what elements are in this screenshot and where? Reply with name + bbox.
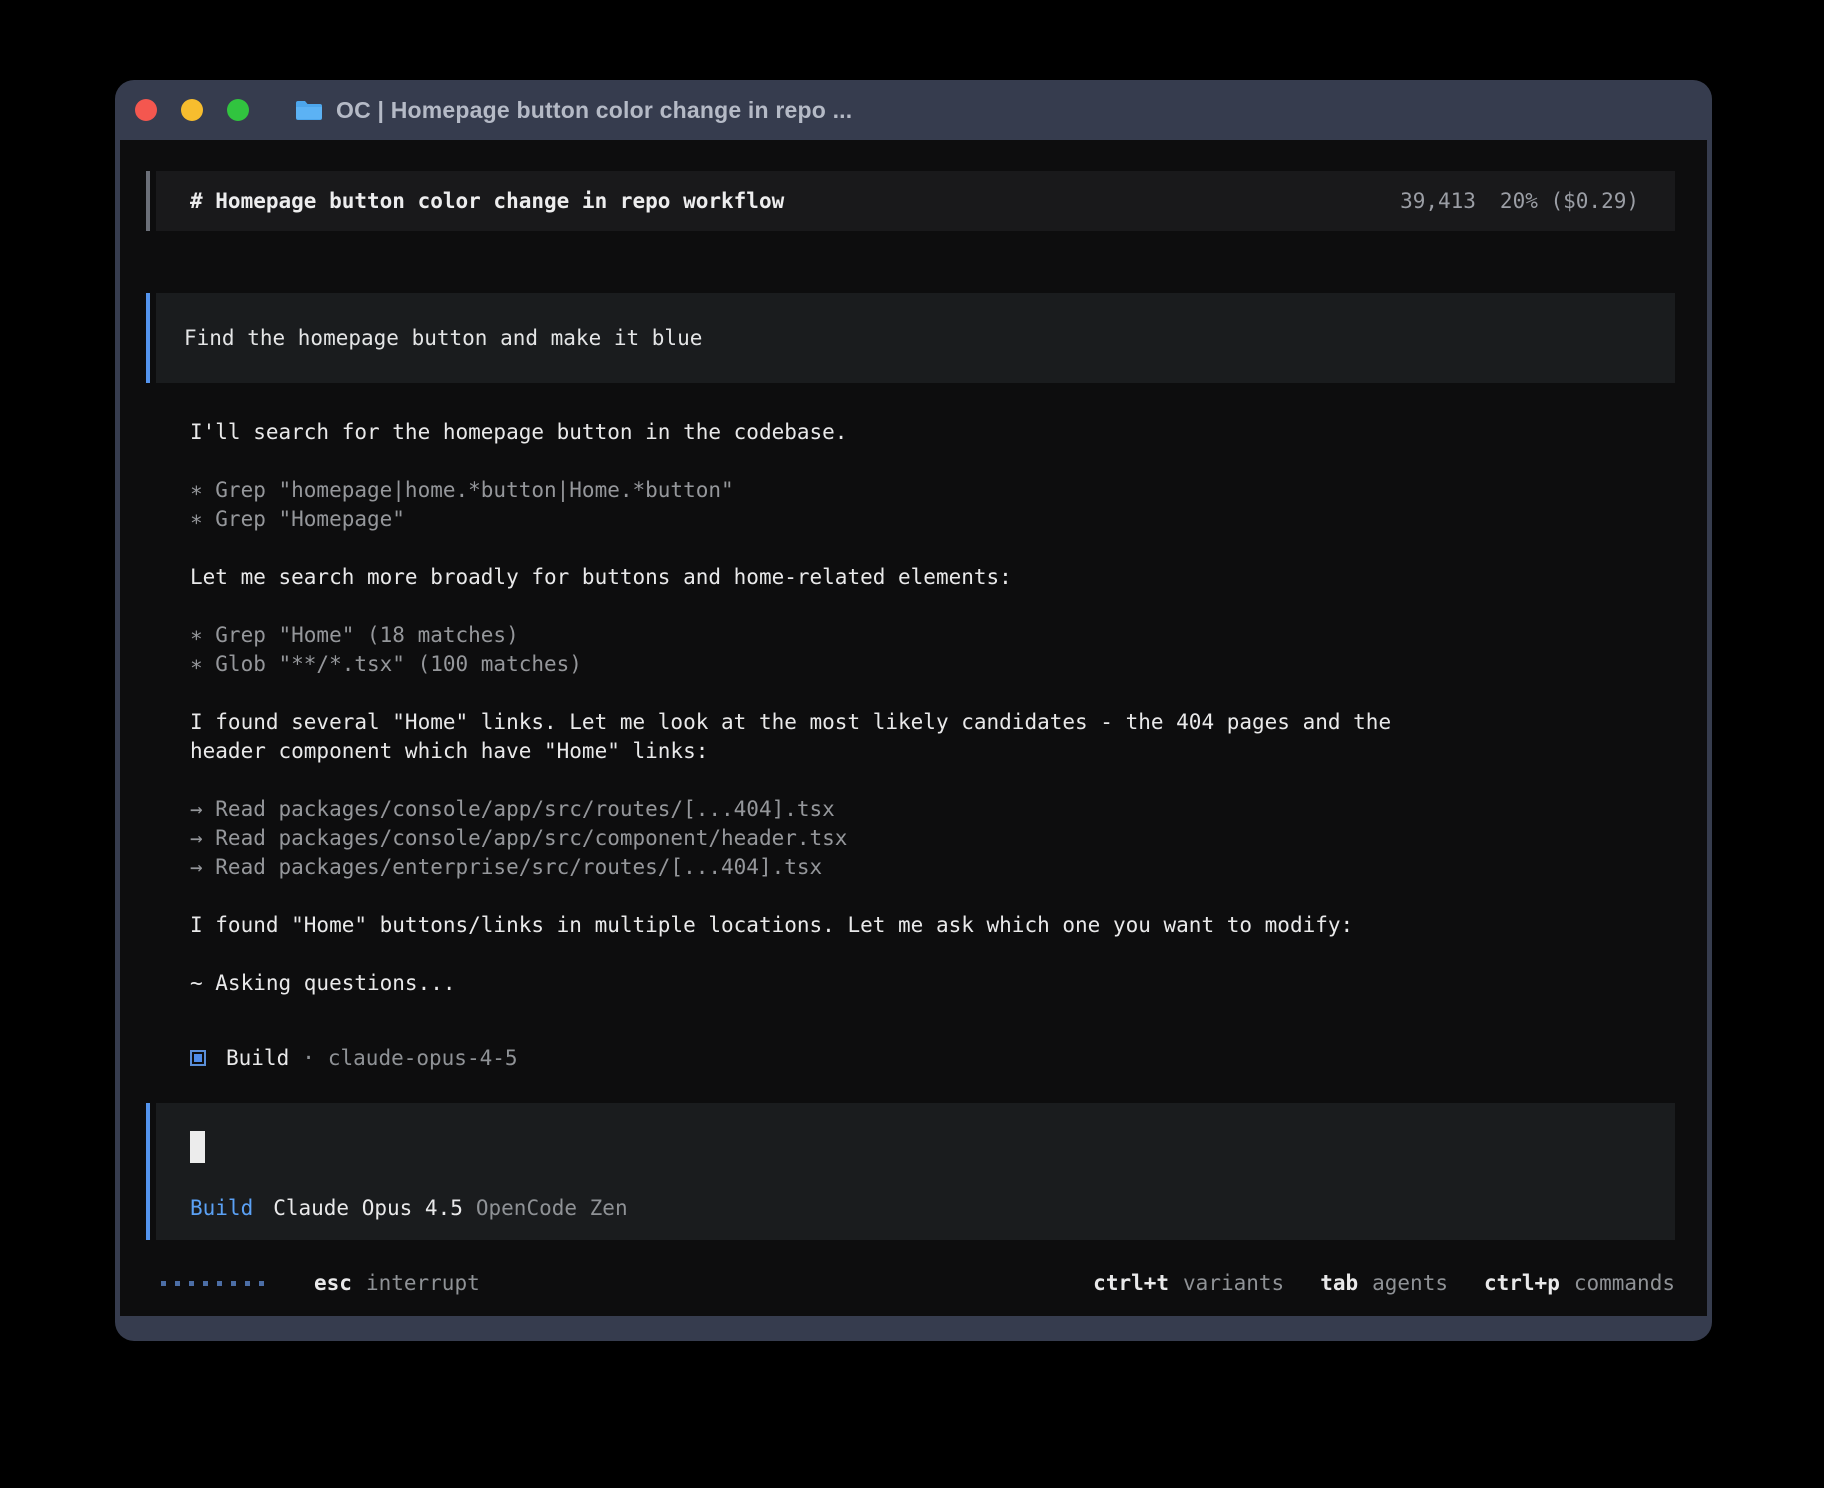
blank-line (190, 679, 1675, 708)
user-message-text: Find the homepage button and make it blu… (184, 326, 702, 350)
spinner-dot (175, 1281, 180, 1286)
shortcut-hints: ctrl+t variants tab agents ctrl+p comman… (1093, 1271, 1675, 1295)
status-bar: esc interrupt ctrl+t variants tab agents… (146, 1268, 1675, 1298)
spinner-dot (203, 1281, 208, 1286)
blank-line (190, 534, 1675, 563)
shortcut-hint-variants: ctrl+t variants (1093, 1271, 1284, 1295)
tool-call-line: → Read packages/enterprise/src/routes/[.… (190, 853, 1675, 882)
spinner-dot (245, 1281, 250, 1286)
assistant-message-line: I found "Home" buttons/links in multiple… (190, 911, 1675, 940)
zoom-button[interactable] (227, 99, 249, 121)
agent-build-icon (190, 1050, 206, 1066)
session-meta: 39,413 20% ($0.29) (1400, 189, 1639, 213)
assistant-message-line: header component which have "Home" links… (190, 737, 1675, 766)
shortcut-key-esc: esc (314, 1271, 352, 1295)
activity-spinner-dots (161, 1281, 264, 1286)
text-cursor (190, 1131, 205, 1163)
shortcut-key: ctrl+p (1484, 1271, 1560, 1295)
session-title: # Homepage button color change in repo w… (190, 189, 784, 213)
spinner-dot (231, 1281, 236, 1286)
agent-model: claude-opus-4-5 (328, 1046, 518, 1070)
blank-line (190, 592, 1675, 621)
shortcut-label: variants (1183, 1271, 1284, 1295)
session-header: # Homepage button color change in repo w… (146, 171, 1675, 231)
spinner-dot (217, 1281, 222, 1286)
spinner-dot (161, 1281, 166, 1286)
session-header-accent-bar (146, 171, 150, 231)
assistant-message-line: I'll search for the homepage button in t… (190, 418, 1675, 447)
user-message: Find the homepage button and make it blu… (146, 293, 1675, 383)
agent-separator: · (302, 1046, 315, 1070)
shortcut-label-interrupt: interrupt (366, 1271, 480, 1295)
terminal-window: OC | Homepage button color change in rep… (115, 80, 1712, 1341)
minimize-button[interactable] (181, 99, 203, 121)
close-button[interactable] (135, 99, 157, 121)
assistant-message-line: Let me search more broadly for buttons a… (190, 563, 1675, 592)
model-provider-label: OpenCode Zen (476, 1196, 628, 1220)
shortcut-key: ctrl+t (1093, 1271, 1169, 1295)
shortcut-key: tab (1320, 1271, 1358, 1295)
prompt-input-accent-bar (146, 1103, 150, 1240)
token-count: 39,413 (1400, 189, 1476, 213)
shortcut-hint-commands: ctrl+p commands (1484, 1271, 1675, 1295)
spinner-dot (259, 1281, 264, 1286)
tool-call-line: ∗ Grep "Home" (18 matches) (190, 621, 1675, 650)
model-name-label: Claude Opus 4.5 (273, 1196, 463, 1220)
agent-status-row: Build · claude-opus-4-5 (146, 1043, 1675, 1073)
assistant-message-line: I found several "Home" links. Let me loo… (190, 708, 1675, 737)
blank-line (190, 940, 1675, 969)
spinner-dot (189, 1281, 194, 1286)
shortcut-hint-agents: tab agents (1320, 1271, 1448, 1295)
user-message-accent-bar (146, 293, 150, 383)
prompt-input[interactable]: Build Claude Opus 4.5 OpenCode Zen (146, 1103, 1675, 1240)
blank-line (190, 882, 1675, 911)
tool-call-line: → Read packages/console/app/src/routes/[… (190, 795, 1675, 824)
agent-mode-label: Build (190, 1196, 253, 1220)
tool-call-line: ∗ Grep "homepage|home.*button|Home.*butt… (190, 476, 1675, 505)
shortcut-label: commands (1574, 1271, 1675, 1295)
model-selector-row: Build Claude Opus 4.5 OpenCode Zen (190, 1196, 1675, 1220)
blank-line (190, 447, 1675, 476)
context-usage-cost: 20% ($0.29) (1500, 189, 1639, 213)
terminal-output: # Homepage button color change in repo w… (120, 140, 1707, 1316)
blank-line (190, 766, 1675, 795)
tool-call-line: ∗ Grep "Homepage" (190, 505, 1675, 534)
assistant-status-line: ~ Asking questions... (190, 969, 1675, 998)
assistant-transcript: I'll search for the homepage button in t… (146, 418, 1675, 998)
tool-call-line: → Read packages/console/app/src/componen… (190, 824, 1675, 853)
window-title: OC | Homepage button color change in rep… (336, 97, 852, 124)
folder-icon (295, 99, 323, 121)
agent-name: Build (226, 1046, 289, 1070)
tool-call-line: ∗ Glob "**/*.tsx" (100 matches) (190, 650, 1675, 679)
window-titlebar[interactable]: OC | Homepage button color change in rep… (120, 80, 1707, 140)
shortcut-label: agents (1372, 1271, 1448, 1295)
